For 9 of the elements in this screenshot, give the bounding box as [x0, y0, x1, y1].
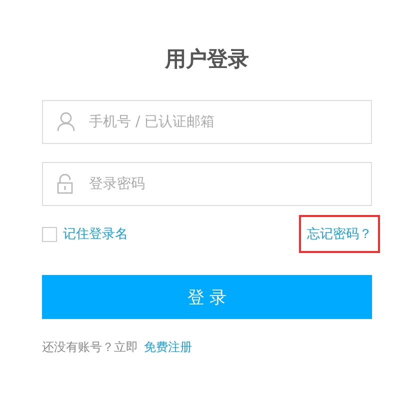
- remember-label[interactable]: 记住登录名: [63, 225, 128, 243]
- password-field[interactable]: 登录密码: [42, 162, 372, 206]
- account-field[interactable]: 手机号 / 已认证邮箱: [42, 100, 372, 144]
- signup-prompt: 还没有账号？立即: [42, 339, 138, 356]
- forgot-password-link[interactable]: 忘记密码？: [299, 215, 380, 253]
- login-button[interactable]: 登 录: [42, 275, 372, 319]
- remember-checkbox[interactable]: [42, 226, 57, 242]
- signup-link[interactable]: 免费注册: [144, 339, 192, 356]
- login-title: 用户登录: [164, 46, 250, 73]
